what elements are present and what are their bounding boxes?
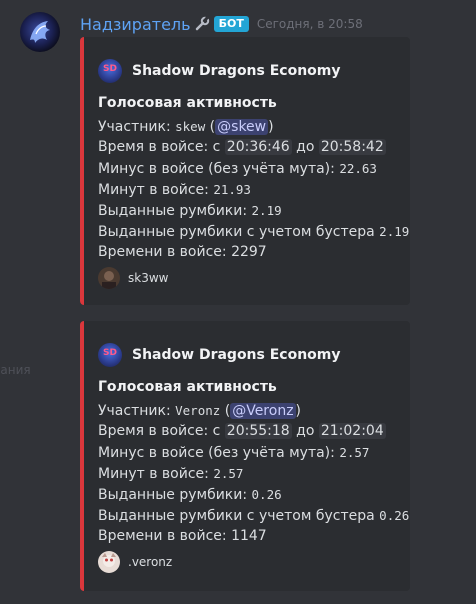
user-mention[interactable]: @skew <box>215 119 269 135</box>
embed-footer: .veronz <box>98 551 172 573</box>
bot-badge: БОТ <box>213 16 249 32</box>
participant-row: Участник: skew (@skew) <box>98 119 274 135</box>
side-cropped-text: Сания <box>0 363 31 377</box>
embed-card: SD Shadow Dragons Economy Голосовая акти… <box>80 321 410 591</box>
booster-row: Выданные румбики с учетом бустера 0.26 <box>98 508 410 524</box>
time-row: Время в войсе: с 20:55:18 до 21:02:04 <box>98 423 386 439</box>
embed-footer-text: .veronz <box>128 555 173 569</box>
seconds-row: Времени в войсе: 1147 <box>98 528 267 544</box>
minus-row: Минус в войсе (без учёта мута): 2.57 <box>98 445 370 461</box>
server-logo-icon: SD <box>98 59 122 83</box>
rumbik-row: Выданные румбики: 0.26 <box>98 487 282 503</box>
time-row: Время в войсе: с 20:36:46 до 20:58:42 <box>98 139 386 155</box>
user-mention[interactable]: @Veronz <box>230 403 296 419</box>
embed-card: SD Shadow Dragons Economy Голосовая акти… <box>80 37 410 305</box>
bot-message: Надзиратель БОТ Сегодня, в 20:58 Сания S… <box>0 0 476 604</box>
user-avatar-icon <box>98 551 120 573</box>
minutes-row: Минут в войсе: 2.57 <box>98 466 244 482</box>
time-from[interactable]: 20:55:18 <box>224 423 292 439</box>
bot-avatar[interactable] <box>20 12 60 52</box>
rumbik-row: Выданные румбики: 2.19 <box>98 203 282 219</box>
embed-author: SD Shadow Dragons Economy <box>98 59 341 83</box>
message-timestamp[interactable]: Сегодня, в 20:58 <box>257 17 363 31</box>
time-to[interactable]: 20:58:42 <box>318 139 386 155</box>
booster-row: Выданные румбики с учетом бустера 2.19 <box>98 224 410 240</box>
embed-description: Участник: Veronz (@Veronz) Время в войсе… <box>98 400 409 547</box>
embed-author-name: Shadow Dragons Economy <box>132 63 341 79</box>
embed-title: Голосовая активность <box>98 95 277 111</box>
embed-author: SD Shadow Dragons Economy <box>98 343 341 367</box>
participant-row: Участник: Veronz (@Veronz) <box>98 403 302 419</box>
embed-footer: sk3ww <box>98 267 168 289</box>
dragon-icon <box>30 21 50 43</box>
user-avatar-icon <box>98 267 120 289</box>
embed-description: Участник: skew (@skew) Время в войсе: с … <box>98 116 409 263</box>
message-header: Надзиратель БОТ Сегодня, в 20:58 <box>80 13 363 35</box>
server-logo-icon: SD <box>98 343 122 367</box>
time-to[interactable]: 21:02:04 <box>318 423 386 439</box>
embed-author-name: Shadow Dragons Economy <box>132 347 341 363</box>
wrench-icon <box>194 16 210 32</box>
minutes-row: Минут в войсе: 21.93 <box>98 182 251 198</box>
username[interactable]: Надзиратель <box>80 15 191 34</box>
embed-footer-text: sk3ww <box>128 271 169 285</box>
embed-title: Голосовая активность <box>98 379 277 395</box>
seconds-row: Времени в войсе: 2297 <box>98 244 267 260</box>
time-from[interactable]: 20:36:46 <box>224 139 292 155</box>
participant-username: skew <box>175 119 206 134</box>
minus-row: Минус в войсе (без учёта мута): 22.63 <box>98 161 377 177</box>
participant-username: Veronz <box>175 403 221 418</box>
